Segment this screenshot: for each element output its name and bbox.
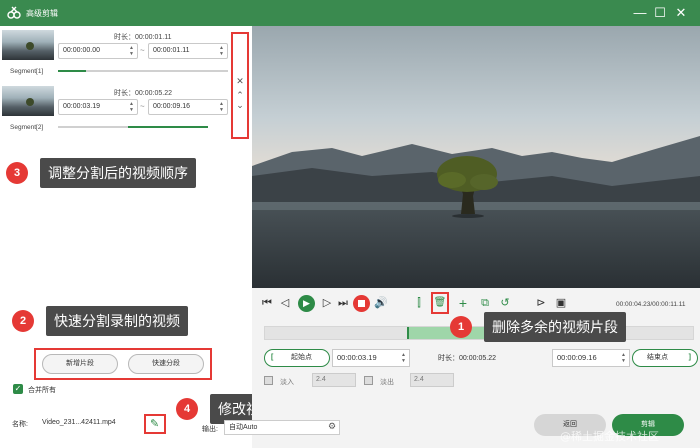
segment-start-input[interactable]: 00:00:00.00 ▲ ▼ [58, 43, 138, 59]
add-icon[interactable]: + [456, 296, 470, 310]
trash-icon: 🗑 [433, 297, 447, 308]
app-logo-icon [7, 6, 21, 19]
delete-segment-button[interactable]: 🗑 [431, 292, 449, 314]
fade-in-input[interactable]: 2.4 [312, 373, 356, 387]
bracket-right-icon: ] [688, 354, 691, 361]
set-end-point-button[interactable]: 结束点 ] [632, 349, 698, 367]
maximize-icon[interactable]: ☐ [652, 5, 668, 21]
stop-icon [358, 300, 365, 307]
watermark: @稀土掘金技术社区 [560, 430, 659, 443]
segment-end-input[interactable]: 00:00:01.11 ▲ ▼ [148, 43, 228, 59]
stepper-icon: ▲ ▼ [129, 45, 134, 57]
play-icon: ▶ [303, 298, 310, 308]
segment-panel: 时长：00:00:01.11 00:00:00.00 ▲ ▼ ~ 00:00:01.… [0, 26, 324, 448]
segment-progress-track [58, 126, 128, 128]
time-readout: 00:00:04.23/00:00:11.11 [616, 301, 686, 308]
fade-out-input[interactable]: 2.4 [410, 373, 454, 387]
step-back-icon[interactable]: ◁ [278, 296, 292, 310]
play-button[interactable]: ▶ [298, 295, 315, 312]
annotation-number: 3 [6, 162, 28, 184]
split-icon[interactable]: ⫿ [412, 296, 426, 310]
file-name-value: Video_231...42411.mp4 [42, 419, 116, 426]
player-controls: ⏮ ◁ ▶ ▷ ⏭ 🔊 ⫿ 🗑 + ⧉ ↺ ⊳ ▣ 00:00:04.23/00… [202, 288, 700, 448]
end-time-input[interactable]: 00:00:09.16 ▲ ▼ [552, 349, 630, 367]
title-bar: 高级剪辑 — ☐ ✕ [0, 0, 700, 26]
timeline-track[interactable] [264, 326, 694, 340]
annotation-label: 删除多余的视频片段 [484, 312, 626, 342]
go-to-start-icon[interactable]: ⏮ [260, 296, 274, 310]
segment-progress [58, 70, 86, 72]
video-preview [252, 26, 700, 288]
segment-item[interactable]: 时长：00:00:01.11 00:00:00.00 ▲ ▼ ~ 00:00:01.… [0, 28, 230, 80]
volume-icon[interactable]: 🔊 [374, 296, 388, 310]
annotation-label: 调整分割后的视频顺序 [40, 158, 196, 188]
merge-all-label: 合并所有 [28, 387, 56, 394]
annotation-number: 2 [12, 310, 34, 332]
checkbox-unchecked-icon[interactable] [264, 376, 273, 385]
preview-frame [252, 26, 700, 288]
copy-icon[interactable]: ⧉ [478, 296, 492, 310]
segment-label: Segment[1] [10, 68, 44, 75]
segment-thumbnail [2, 86, 54, 116]
stepper-icon: ▲ ▼ [621, 352, 626, 364]
segment-start-input[interactable]: 00:00:03.19 ▲ ▼ [58, 99, 138, 115]
segment-progress-track [86, 70, 228, 72]
range-separator: ~ [140, 46, 145, 55]
duration-label: 时长：00:00:05.22 [438, 355, 496, 362]
stepper-icon: ▲ ▼ [219, 45, 224, 57]
checkbox-checked-icon[interactable]: ✓ [13, 384, 23, 394]
file-name-label: 名称: [12, 421, 28, 428]
step-forward-icon[interactable]: ▷ [320, 296, 334, 310]
new-segment-button[interactable]: 新增片段 [42, 354, 118, 374]
segment-item[interactable]: 时长：00:00:05.22 00:00:03.19 ▲ ▼ ~ 00:00:09.… [0, 84, 230, 136]
stepper-icon: ▲ ▼ [129, 101, 134, 113]
bracket-left-icon: [ [271, 354, 274, 361]
set-start-point-button[interactable]: [ 起始点 [264, 349, 330, 367]
segment-duration: 时长：00:00:05.22 [114, 90, 172, 97]
segment-progress [128, 126, 208, 128]
minimize-icon[interactable]: — [632, 5, 648, 21]
window-title: 高级剪辑 [26, 9, 58, 18]
annotation-number: 1 [450, 316, 472, 338]
range-separator: ~ [140, 102, 145, 111]
undo-icon[interactable]: ↺ [498, 296, 512, 310]
output-label: 输出: [202, 426, 218, 433]
stepper-icon: ▲ ▼ [219, 101, 224, 113]
segment-duration: 时长：00:00:01.11 [114, 34, 172, 41]
start-time-input[interactable]: 00:00:03.19 ▲ ▼ [332, 349, 410, 367]
quick-split-button[interactable]: 快速分段 [128, 354, 204, 374]
set-marker-icon[interactable]: ⊳ [534, 296, 548, 310]
rename-button[interactable]: ✎ [144, 414, 166, 434]
move-down-icon[interactable]: ⌄ [233, 100, 247, 111]
close-icon[interactable]: ✕ [673, 5, 689, 21]
output-select[interactable]: 自动Auto [224, 420, 340, 435]
segment-end-input[interactable]: 00:00:09.16 ▲ ▼ [148, 99, 228, 115]
segment-label: Segment[2] [10, 124, 44, 131]
snapshot-icon[interactable]: ▣ [554, 296, 568, 310]
gear-icon[interactable]: ⚙ [328, 421, 336, 432]
reorder-controls: ✕ ⌃ ⌄ [231, 32, 249, 139]
go-to-end-icon[interactable]: ⏭ [336, 296, 350, 310]
annotation-label: 快速分割录制的视频 [46, 306, 188, 336]
segment-thumbnail [2, 30, 54, 60]
checkbox-unchecked-icon[interactable] [364, 376, 373, 385]
stop-button[interactable] [353, 295, 370, 312]
timeline-segment[interactable] [407, 327, 487, 339]
pencil-icon: ✎ [150, 418, 160, 430]
stepper-icon: ▲ ▼ [401, 352, 406, 364]
remove-segment-icon[interactable]: ✕ [233, 76, 247, 87]
